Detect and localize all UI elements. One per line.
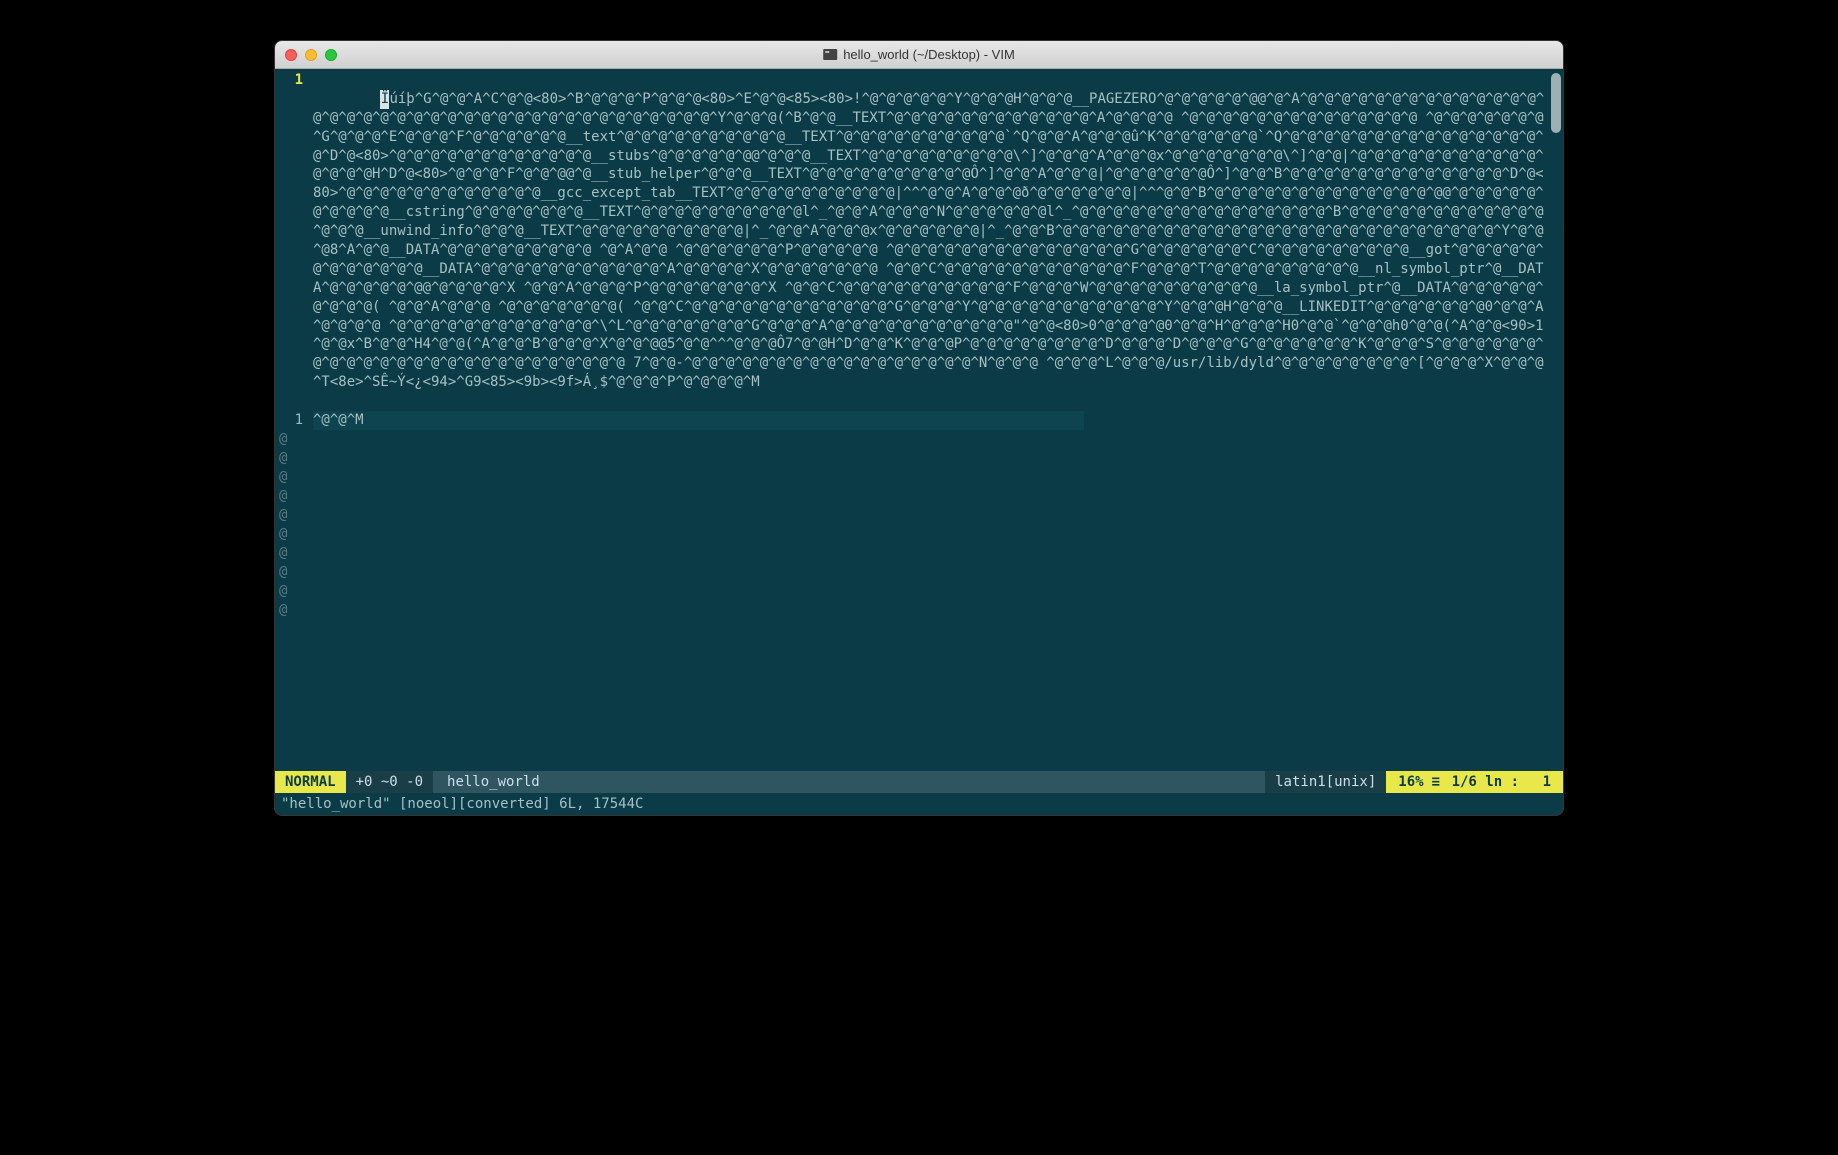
buffer-line-2[interactable]: ^@^@^M [313, 411, 1084, 430]
empty-line-markers: @@@@@@@@@@ [275, 430, 1549, 620]
empty-line-marker: @ [279, 430, 1549, 449]
position-indicator: 16% 1/6 ln : 1 [1386, 771, 1563, 793]
empty-line-marker: @ [279, 506, 1549, 525]
empty-line-marker: @ [279, 525, 1549, 544]
terminal-window: hello_world (~/Desktop) - VIM 1 Ïúíþ^G^@… [274, 40, 1564, 816]
titlebar[interactable]: hello_world (~/Desktop) - VIM [275, 41, 1563, 69]
window-title: hello_world (~/Desktop) - VIM [823, 47, 1015, 62]
minimize-button[interactable] [305, 49, 317, 61]
empty-line-marker: @ [279, 449, 1549, 468]
zoom-button[interactable] [325, 49, 337, 61]
buffer-line-2-row: 1 ^@^@^M [275, 411, 1549, 430]
line-number-current: 1 [275, 71, 303, 90]
empty-line-marker: @ [279, 468, 1549, 487]
empty-line-marker: @ [279, 487, 1549, 506]
empty-line-marker: @ [279, 601, 1549, 620]
encoding-indicator: latin1[unix] [1265, 771, 1386, 793]
empty-line-marker: @ [279, 582, 1549, 601]
vim-editor[interactable]: 1 Ïúíþ^G^@^@^A^C^@^@<80>^B^@^@^@^P^@^@^@… [275, 69, 1563, 815]
buffer-line-1[interactable]: Ïúíþ^G^@^@^A^C^@^@<80>^B^@^@^@^P^@^@^@<8… [313, 69, 1549, 411]
terminal-icon [823, 49, 837, 60]
line-number-gutter: 1 [275, 69, 309, 771]
command-line[interactable]: "hello_world" [noeol][converted] 6L, 175… [275, 793, 1563, 815]
editor-area[interactable]: 1 Ïúíþ^G^@^@^A^C^@^@<80>^B^@^@^@^P^@^@^@… [275, 69, 1563, 771]
traffic-lights [285, 49, 337, 61]
status-line: NORMAL +0 ~0 -0 hello_world latin1[unix]… [275, 771, 1563, 793]
close-button[interactable] [285, 49, 297, 61]
empty-line-marker: @ [279, 544, 1549, 563]
filename-indicator: hello_world [433, 773, 554, 792]
hamburger-icon [1432, 773, 1444, 792]
scrollbar[interactable] [1551, 73, 1561, 133]
mode-indicator: NORMAL [275, 771, 346, 793]
git-changes: +0 ~0 -0 [346, 771, 433, 793]
window-title-text: hello_world (~/Desktop) - VIM [843, 47, 1015, 62]
empty-line-marker: @ [279, 563, 1549, 582]
